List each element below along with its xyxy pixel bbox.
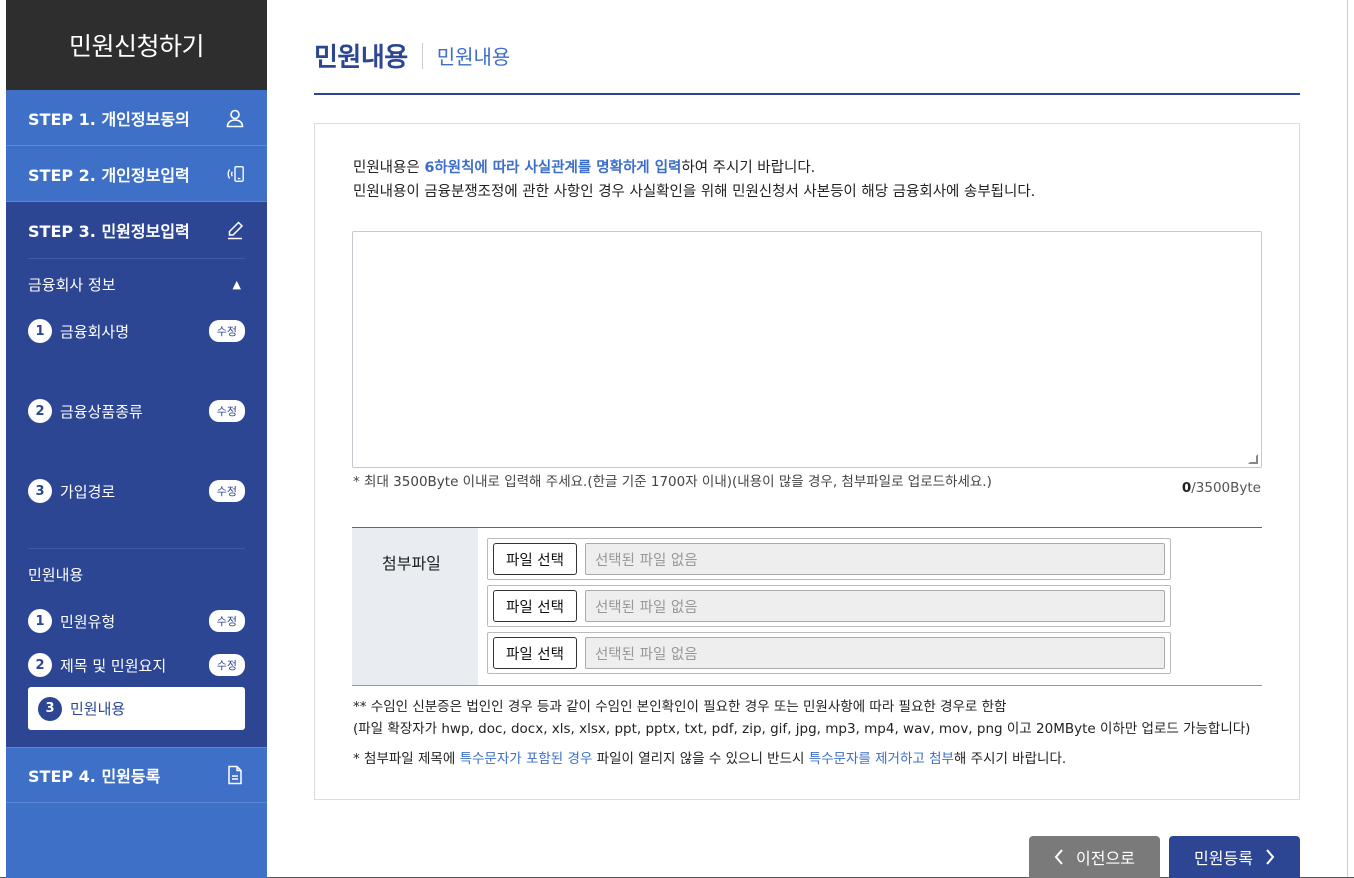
attachment-label: 첨부파일 xyxy=(352,528,478,685)
sub-item-title-summary[interactable]: 2 제목 및 민원요지 수정 xyxy=(28,643,245,687)
note-line: (파일 확장자가 hwp, doc, docx, xls, xlsx, ppt,… xyxy=(353,721,1251,737)
step-number: 1 xyxy=(28,319,52,343)
step-label: STEP 4. 민원등록 xyxy=(28,767,161,786)
sidebar-title: 민원신청하기 xyxy=(6,0,267,90)
choose-file-button[interactable]: 파일 선택 xyxy=(493,590,577,622)
step-1-item[interactable]: STEP 1. 개인정보동의 xyxy=(6,90,267,146)
prev-button[interactable]: 이전으로 xyxy=(1029,836,1160,878)
intro-text: 민원내용은 6하원칙에 따라 사실관계를 명확하게 입력하여 주시기 바랍니다.… xyxy=(353,156,1035,204)
step-label: STEP 2. 개인정보입력 xyxy=(28,165,190,185)
sidebar: 민원신청하기 STEP 1. 개인정보동의 STEP 2. 개인정보입력 STE… xyxy=(6,0,267,878)
intro-line-2: 민원내용이 금융분쟁조정에 관한 사항인 경우 사실확인을 위해 민원신청서 사… xyxy=(353,184,1036,200)
chevron-right-icon xyxy=(1266,849,1275,865)
resize-handle[interactable] xyxy=(1248,454,1258,464)
note-part: * 첨부파일 제목에 xyxy=(353,751,460,767)
navigation-buttons: 이전으로 민원등록 xyxy=(1029,836,1300,878)
note-line: ** 수임인 신분증은 법인인 경우 등과 같이 수임인 본인확인이 필요한 경… xyxy=(353,699,1007,715)
attachment-section: 첨부파일 파일 선택 선택된 파일 없음 파일 선택 선택된 파일 없음 파일 … xyxy=(352,527,1262,686)
complaint-content-textarea[interactable] xyxy=(352,231,1262,468)
collapse-triangle-icon[interactable]: ▲ xyxy=(233,278,241,291)
note-highlight: 특수문자가 포함된 경우 xyxy=(459,751,593,767)
sub-item-label: 민원내용 xyxy=(70,700,126,718)
sub-item-label: 가입경로 xyxy=(60,482,116,501)
section-title: 민원내용 xyxy=(28,565,84,584)
step-number: 1 xyxy=(28,609,52,633)
document-icon xyxy=(225,765,245,785)
page-subtitle: 민원내용 xyxy=(436,45,511,69)
edit-badge[interactable]: 수정 xyxy=(208,400,245,422)
step-number: 3 xyxy=(38,696,62,721)
intro-line-1: 민원내용은 6하원칙에 따라 사실관계를 명확하게 입력하여 주시기 바랍니다. xyxy=(353,156,1035,180)
note-highlight: 특수문자를 제거하고 첨부 xyxy=(808,751,954,767)
intro-text-part: 하여 주시기 바랍니다. xyxy=(681,160,816,176)
main-content: 민원내용 민원내용 민원내용은 6하원칙에 따라 사실관계를 명확하게 입력하여… xyxy=(314,0,1300,800)
step-label: STEP 1. 개인정보동의 xyxy=(28,109,190,129)
byte-limit-note: * 최대 3500Byte 이내로 입력해 주세요.(한글 기준 1700자 이… xyxy=(353,474,992,490)
title-separator xyxy=(421,42,423,69)
selected-file-field: 선택된 파일 없음 xyxy=(584,637,1165,669)
selected-file-field: 선택된 파일 없음 xyxy=(584,543,1165,575)
intro-text-part: 민원내용은 xyxy=(353,160,425,176)
section-title: 금융회사 정보 xyxy=(28,275,116,294)
attachment-notes: ** 수임인 신분증은 법인인 경우 등과 같이 수임인 본인확인이 필요한 경… xyxy=(353,696,1250,770)
step-2-item[interactable]: STEP 2. 개인정보입력 xyxy=(6,146,267,202)
sub-item-label: 민원유형 xyxy=(60,612,116,631)
note-part: 해 주시기 바랍니다. xyxy=(953,751,1067,767)
sub-item-label: 금융상품종류 xyxy=(60,402,143,421)
choose-file-button[interactable]: 파일 선택 xyxy=(493,543,577,575)
step-4-item[interactable]: STEP 4. 민원등록 xyxy=(6,747,267,803)
section-financial-company[interactable]: 금융회사 정보 ▲ xyxy=(28,259,245,309)
byte-count-value: 0 xyxy=(1181,480,1192,496)
step-3-submenu: 금융회사 정보 ▲ 1 금융회사명 수정 2 금융상품종류 수정 3 가입경로 수정 … xyxy=(6,258,267,747)
edit-badge[interactable]: 수정 xyxy=(208,610,245,632)
mobile-signal-icon xyxy=(225,164,245,184)
prev-button-label: 이전으로 xyxy=(1076,849,1135,868)
register-button[interactable]: 민원등록 xyxy=(1169,836,1300,878)
sub-item-label: 제목 및 민원요지 xyxy=(60,656,167,675)
content-panel: 민원내용은 6하원칙에 따라 사실관계를 명확하게 입력하여 주시기 바랍니다.… xyxy=(314,123,1300,800)
sub-item-complaint-content[interactable]: 3 민원내용 xyxy=(28,687,245,730)
note-part: 파일이 열리지 않을 수 있으니 반드시 xyxy=(592,751,809,767)
edit-badge[interactable]: 수정 xyxy=(208,320,245,342)
page-header: 민원내용 민원내용 xyxy=(314,0,1300,95)
person-icon xyxy=(225,108,245,128)
byte-counter: 0/3500Byte xyxy=(1182,480,1261,496)
window-border xyxy=(1347,0,1348,878)
section-complaint-content: 민원내용 xyxy=(28,549,245,599)
attachment-rows: 파일 선택 선택된 파일 없음 파일 선택 선택된 파일 없음 파일 선택 선택… xyxy=(478,528,1171,685)
sub-item-product-type[interactable]: 2 금융상품종류 수정 xyxy=(28,389,245,433)
step-label: STEP 3. 민원정보입력 xyxy=(28,222,190,241)
sub-item-complaint-type[interactable]: 1 민원유형 수정 xyxy=(28,599,245,643)
step-number: 2 xyxy=(28,653,52,677)
chevron-left-icon xyxy=(1054,849,1063,865)
choose-file-button[interactable]: 파일 선택 xyxy=(493,637,577,669)
register-button-label: 민원등록 xyxy=(1194,849,1253,868)
app-window: 민원신청하기 STEP 1. 개인정보동의 STEP 2. 개인정보입력 STE… xyxy=(0,0,1354,878)
edit-badge[interactable]: 수정 xyxy=(208,654,245,676)
page-title: 민원내용 xyxy=(314,43,408,73)
step-number: 3 xyxy=(28,479,52,503)
step-number: 2 xyxy=(28,399,52,423)
selected-file-field: 선택된 파일 없음 xyxy=(584,590,1165,622)
edit-badge[interactable]: 수정 xyxy=(208,480,245,502)
sub-item-join-route[interactable]: 3 가입경로 수정 xyxy=(28,469,245,513)
file-row: 파일 선택 선택된 파일 없음 xyxy=(487,538,1171,580)
pencil-icon xyxy=(225,220,245,240)
file-row: 파일 선택 선택된 파일 없음 xyxy=(487,585,1171,627)
sub-item-company-name[interactable]: 1 금융회사명 수정 xyxy=(28,309,245,353)
step-3-item[interactable]: STEP 3. 민원정보입력 xyxy=(6,202,267,258)
sub-item-label: 금융회사명 xyxy=(60,322,130,341)
note-line: * 첨부파일 제목에 특수문자가 포함된 경우 파일이 열리지 않을 수 있으니… xyxy=(353,748,1250,770)
file-row: 파일 선택 선택된 파일 없음 xyxy=(487,632,1171,674)
intro-highlight: 6하원칙에 따라 사실관계를 명확하게 입력 xyxy=(424,160,682,176)
byte-count-max: /3500Byte xyxy=(1191,480,1261,496)
